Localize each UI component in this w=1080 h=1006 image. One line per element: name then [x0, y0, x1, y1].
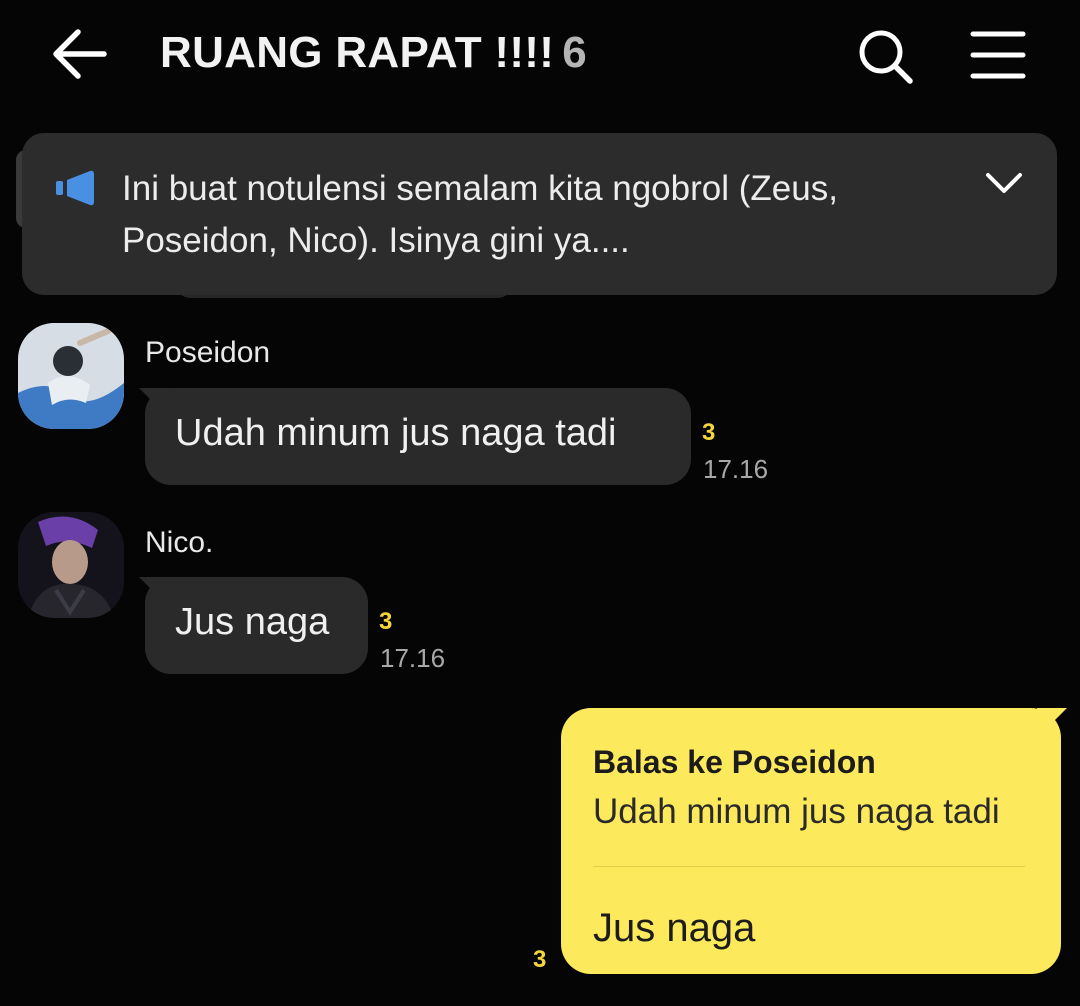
avatar-nico[interactable] [18, 512, 124, 618]
bubble-tail [139, 577, 169, 607]
outgoing-reply-bubble[interactable]: Balas ke Poseidon Udah minum jus naga ta… [561, 708, 1067, 974]
bubble-tail [139, 388, 169, 418]
message-text: Jus naga [593, 906, 756, 950]
pinned-notice[interactable]: Ini buat notulensi semalam kita ngobrol … [22, 133, 1057, 295]
sender-name: Poseidon [145, 336, 271, 369]
chat-header: RUANG RAPAT !!!! 6 [0, 0, 1080, 110]
member-count: 6 [562, 28, 587, 77]
avatar-poseidon[interactable] [18, 323, 124, 429]
message-bubble[interactable]: Udah minum jus naga tadi [139, 388, 691, 485]
bubble-tail [1037, 708, 1067, 738]
chat-title: RUANG RAPAT !!!! 6 [160, 28, 587, 78]
unread-count: 3 [533, 946, 547, 973]
message-text: Jus naga [175, 601, 330, 643]
megaphone-icon [56, 170, 94, 206]
message-bubble[interactable]: Jus naga [139, 577, 368, 674]
reply-quote[interactable]: Udah minum jus naga tadi [593, 792, 1000, 832]
search-button[interactable] [855, 26, 915, 86]
unread-count: 3 [702, 419, 716, 446]
message-time: 17.16 [703, 454, 769, 484]
notice-text: Ini buat notulensi semalam kita ngobrol … [122, 169, 838, 260]
message-text: Udah minum jus naga tadi [175, 412, 617, 454]
room-name: RUANG RAPAT !!!! [160, 28, 555, 77]
menu-button[interactable] [968, 28, 1028, 84]
divider [593, 866, 1025, 867]
back-button[interactable] [48, 24, 110, 84]
hamburger-menu-icon [970, 31, 1026, 79]
arrow-left-icon [53, 29, 107, 79]
reply-label: Balas ke Poseidon [593, 744, 876, 780]
sender-name: Nico. [145, 526, 214, 559]
unread-count: 3 [379, 608, 393, 635]
message-time: 17.16 [380, 643, 446, 673]
chevron-down-icon[interactable] [984, 169, 1024, 199]
search-icon [859, 30, 913, 84]
